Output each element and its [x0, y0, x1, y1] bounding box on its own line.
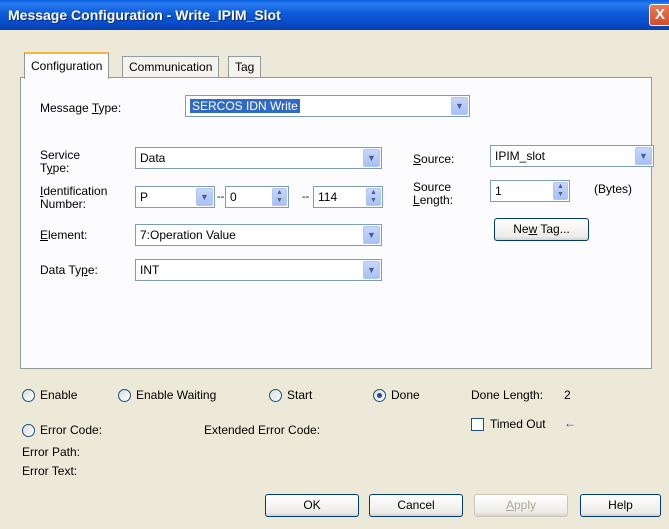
source-length-spinner[interactable]: 1 ▲ ▼ [490, 180, 570, 202]
id-set-value: 0 [230, 190, 237, 204]
new-tag-button[interactable]: New Tag... [494, 218, 589, 241]
done-length-label: Done Length: [471, 388, 544, 402]
spin-arrows-icon[interactable]: ▲ ▼ [366, 188, 381, 206]
service-type-select[interactable]: Data ▼ [135, 147, 382, 169]
spin-up-icon: ▲ [557, 183, 564, 190]
chevron-down-icon: ▼ [451, 97, 468, 115]
done-length-value: 2 [564, 388, 571, 402]
start-radio[interactable] [269, 389, 282, 402]
title-bar[interactable]: Message Configuration - Write_IPIM_Slot … [0, 0, 669, 30]
enable-radio[interactable] [22, 389, 35, 402]
element-label: Element: [40, 228, 88, 242]
identification-number-label: Identification Number: [40, 184, 108, 211]
chevron-down-icon: ▼ [635, 147, 652, 165]
element-select[interactable]: 7:Operation Value ▼ [135, 224, 382, 246]
spin-up-icon: ▲ [276, 189, 283, 196]
window-title: Message Configuration - Write_IPIM_Slot [8, 7, 281, 23]
service-type-value: Data [140, 151, 166, 165]
message-type-label: Message Type: [40, 101, 122, 115]
id-number-spinner[interactable]: 114 ▲ ▼ [313, 186, 383, 208]
timed-out-label: Timed Out [490, 417, 546, 431]
id-number-value: 114 [318, 190, 338, 204]
close-icon: X [654, 6, 665, 23]
enable-waiting-radio[interactable] [118, 389, 131, 402]
spin-down-icon: ▼ [276, 197, 283, 204]
message-configuration-dialog: Message Configuration - Write_IPIM_Slot … [0, 0, 669, 529]
enable-waiting-label: Enable Waiting [136, 388, 217, 402]
spin-down-icon: ▼ [557, 191, 564, 198]
source-select[interactable]: IPIM_slot ▼ [490, 145, 654, 167]
id-part-type-value: P [140, 190, 149, 204]
data-type-label: Data Type: [40, 263, 98, 277]
spin-arrows-icon[interactable]: ▲ ▼ [272, 188, 287, 206]
tab-tag-label: Tag [235, 60, 255, 74]
id-set-spinner[interactable]: 0 ▲ ▼ [225, 186, 289, 208]
apply-button[interactable]: Apply [474, 494, 568, 517]
start-label: Start [287, 388, 313, 402]
cancel-button[interactable]: Cancel [369, 494, 463, 517]
extended-error-code-label: Extended Error Code: [204, 423, 321, 437]
close-button[interactable]: X [649, 4, 669, 26]
done-label: Done [391, 388, 420, 402]
message-type-select[interactable]: SERCOS IDN Write ▼ [185, 95, 470, 117]
timed-out-checkbox[interactable] [471, 418, 484, 431]
chevron-down-icon: ▼ [363, 149, 380, 167]
source-length-label: Source Length: [413, 180, 454, 207]
arrow-left-icon: ← [564, 416, 576, 430]
spin-up-icon: ▲ [370, 189, 377, 196]
data-type-select[interactable]: INT ▼ [135, 259, 382, 281]
spin-arrows-icon[interactable]: ▲ ▼ [553, 182, 568, 200]
error-code-label: Error Code: [40, 423, 103, 437]
id-separator-1: -- [217, 191, 225, 203]
message-type-value: SERCOS IDN Write [190, 99, 300, 113]
id-separator-2: -- [302, 191, 310, 203]
tab-communication[interactable]: Communication [122, 56, 220, 78]
source-value: IPIM_slot [495, 149, 546, 163]
tab-configuration[interactable]: Configuration [24, 52, 110, 79]
spin-down-icon: ▼ [370, 197, 377, 204]
chevron-down-icon: ▼ [363, 226, 380, 244]
tab-tag[interactable]: Tag [228, 56, 262, 78]
done-radio[interactable] [373, 389, 386, 402]
help-button[interactable]: Help [580, 494, 661, 517]
chevron-down-icon: ▼ [363, 261, 380, 279]
chevron-down-icon: ▼ [196, 188, 213, 206]
element-value: 7:Operation Value [140, 228, 236, 242]
data-type-value: INT [140, 263, 160, 277]
error-code-radio[interactable] [22, 424, 35, 437]
error-path-label: Error Path: [22, 445, 81, 459]
tab-configuration-label: Configuration [31, 59, 103, 73]
source-label: Source: [413, 152, 455, 166]
source-length-unit: (Bytes) [594, 182, 633, 196]
tab-communication-label: Communication [129, 60, 213, 74]
ok-button[interactable]: OK [265, 494, 359, 517]
source-length-value: 1 [495, 184, 502, 198]
service-type-label: Service Type: [40, 148, 81, 175]
id-part-type-select[interactable]: P ▼ [135, 186, 215, 208]
enable-label: Enable [40, 388, 78, 402]
error-text-label: Error Text: [22, 464, 78, 478]
